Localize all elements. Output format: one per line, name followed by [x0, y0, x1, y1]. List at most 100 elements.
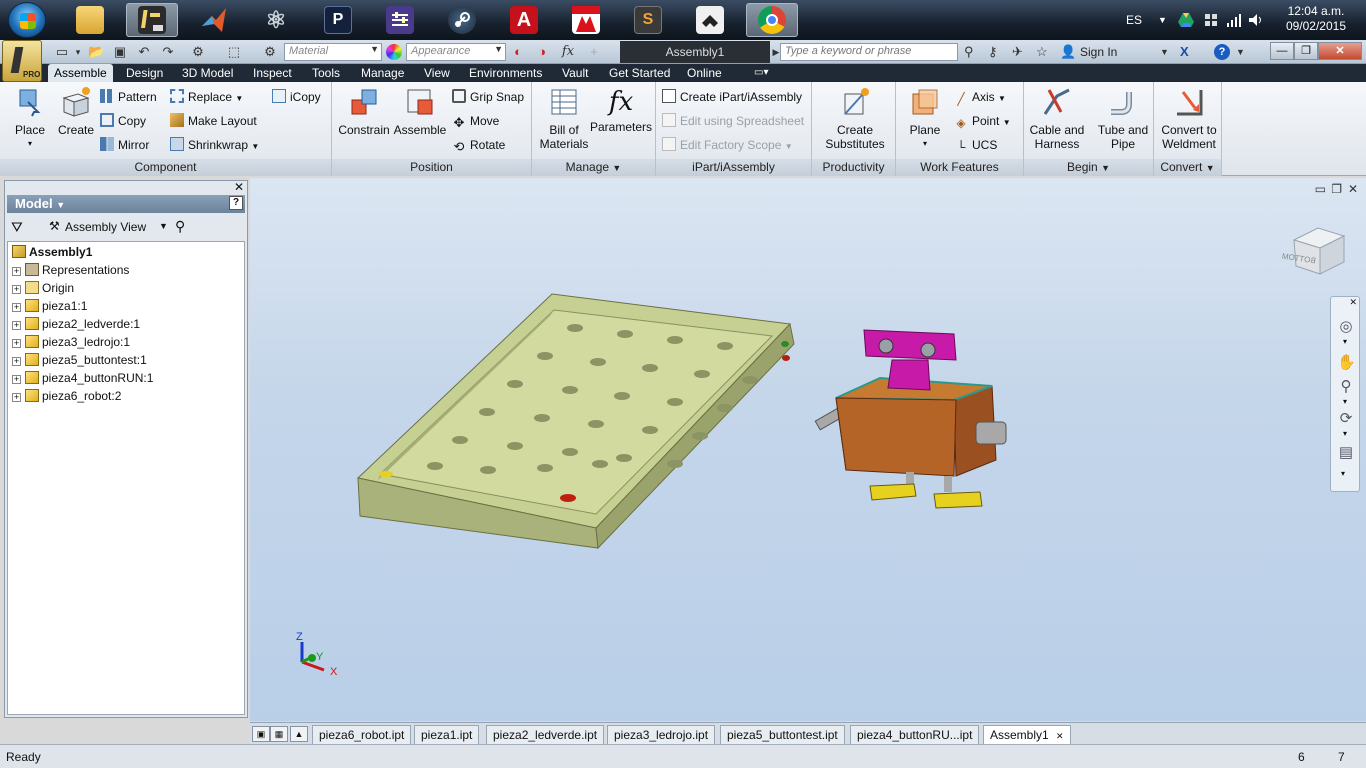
taskbar-app-steam[interactable] — [436, 3, 488, 37]
tray-expand-icon[interactable]: ▼ — [1158, 0, 1167, 40]
expand-icon[interactable]: + — [12, 303, 21, 312]
constrain-button[interactable]: Constrain — [336, 86, 392, 137]
rotate-button[interactable]: ⟲ Rotate — [452, 136, 506, 154]
taskbar-app-inventor[interactable] — [126, 3, 178, 37]
volume-icon[interactable] — [1248, 0, 1264, 40]
tree-item-pieza5-buttontest[interactable]: + pieza5_buttontest:1 — [12, 351, 147, 369]
doc-tab-pieza1[interactable]: pieza1.ipt — [414, 725, 480, 744]
tab-assemble[interactable]: Assemble — [48, 64, 113, 82]
create-component-button[interactable]: Create — [56, 86, 96, 137]
tree-item-pieza3-ledrojo[interactable]: + pieza3_ledrojo:1 — [12, 333, 130, 351]
tab-close-icon[interactable]: ✕ — [1056, 731, 1064, 741]
taskbar-app-autocad[interactable]: A — [498, 3, 550, 37]
work-features-panel-title[interactable]: Work Features — [896, 159, 1023, 176]
system-clock[interactable]: 12:04 a.m. 09/02/2015 — [1286, 4, 1346, 34]
language-indicator[interactable]: ES — [1126, 0, 1142, 40]
doc-tab-pieza5-buttontest[interactable]: pieza5_buttontest.ipt — [720, 725, 845, 744]
appearance-icon[interactable] — [386, 44, 402, 60]
material-select[interactable]: Material ▼ — [284, 43, 382, 61]
clear-appearance-icon[interactable]: ◐ — [510, 44, 526, 60]
open-file-icon[interactable]: 📂 — [88, 44, 104, 60]
filter-icon[interactable]: ⛛ — [11, 219, 23, 236]
taskbar-app-proteus[interactable]: P — [312, 3, 364, 37]
manage-panel-title[interactable]: Manage ▼ — [532, 159, 655, 176]
icopy-button[interactable]: iCopy — [272, 88, 321, 106]
tree-item-assembly1[interactable]: Assembly1 — [12, 243, 92, 261]
view-cube[interactable]: BOTTOM — [1281, 227, 1346, 275]
tab-online[interactable]: Online — [681, 64, 728, 82]
tab-environments[interactable]: Environments — [463, 64, 548, 82]
expand-icon[interactable]: + — [12, 357, 21, 366]
tile-windows-icon[interactable]: ▣ — [252, 726, 270, 742]
binoculars-icon[interactable]: ⚲ — [964, 44, 974, 60]
place-button[interactable]: Place ▾ — [10, 86, 50, 151]
shrinkwrap-button[interactable]: Shrinkwrap ▼ — [170, 136, 259, 154]
taskbar-app-chrome[interactable] — [746, 3, 798, 37]
tube-pipe-button[interactable]: Tube and Pipe — [1092, 86, 1154, 151]
browser-close-icon[interactable]: ✕ — [234, 180, 244, 194]
replace-button[interactable]: Replace ▼ — [170, 88, 243, 106]
tree-item-pieza6-robot[interactable]: + pieza6_robot:2 — [12, 387, 121, 405]
tab-manage[interactable]: Manage — [355, 64, 410, 82]
board-part[interactable] — [356, 293, 795, 550]
assemble-button[interactable]: Assemble — [392, 86, 448, 137]
component-panel-title[interactable]: Component — [0, 159, 331, 176]
help-icon[interactable]: ? — [1214, 44, 1230, 60]
satellite-icon[interactable]: ✈ — [1012, 44, 1023, 60]
robot-part[interactable] — [814, 329, 1007, 509]
plane-button[interactable]: Plane ▾ — [900, 86, 950, 151]
look-at-icon[interactable]: ▤ — [1337, 443, 1355, 461]
productivity-panel-title[interactable]: Productivity — [812, 159, 895, 176]
tab-inspect[interactable]: Inspect — [247, 64, 298, 82]
button-test-part[interactable] — [379, 471, 393, 477]
save-icon[interactable]: ▣ — [112, 44, 128, 60]
chevron-down-icon[interactable]: ▾ — [1343, 429, 1347, 438]
find-icon[interactable]: ⚲ — [175, 218, 185, 235]
assembly-view-dropdown-icon[interactable]: ▼ — [159, 221, 168, 231]
mirror-button[interactable]: Mirror — [100, 136, 149, 154]
ucs-button[interactable]: └ UCS — [954, 136, 998, 154]
point-button[interactable]: ◈ Point ▼ — [954, 112, 1010, 130]
ribbon-options-icon[interactable]: ▭▾ — [748, 64, 774, 82]
google-drive-icon[interactable] — [1178, 0, 1194, 40]
expand-icon[interactable]: + — [12, 285, 21, 294]
key-icon[interactable]: ⚷ — [988, 44, 998, 60]
navbar-close-icon[interactable]: ✕ — [1349, 297, 1357, 308]
star-icon[interactable]: ☆ — [1036, 44, 1048, 60]
assembly-view-label[interactable]: Assembly View — [65, 220, 146, 234]
tree-item-pieza2-ledverde[interactable]: + pieza2_ledverde:1 — [12, 315, 140, 333]
minimize-button[interactable]: — — [1270, 42, 1294, 60]
undo-icon[interactable]: ↶ — [136, 44, 152, 60]
chevron-down-icon[interactable]: ▾ — [1343, 337, 1347, 346]
tree-item-representations[interactable]: + Representations — [12, 261, 129, 279]
axis-button[interactable]: ╱ Axis ▼ — [954, 88, 1006, 106]
navbar-customize-icon[interactable]: ▾ — [1341, 469, 1345, 478]
doc-tab-pieza6-robot[interactable]: pieza6_robot.ipt — [312, 725, 412, 744]
chevron-down-icon[interactable]: ▾ — [1343, 397, 1347, 406]
grid-view-icon[interactable]: ▦ — [270, 726, 288, 742]
user-icon[interactable]: 👤 — [1060, 44, 1076, 60]
tree-item-pieza1[interactable]: + pieza1:1 — [12, 297, 87, 315]
plus-icon[interactable]: + — [586, 44, 602, 60]
copy-button[interactable]: Copy — [100, 112, 146, 130]
tab-view[interactable]: View — [418, 64, 456, 82]
application-menu-button[interactable]: PRO — [2, 40, 42, 82]
taskbar-app-matlab[interactable] — [188, 3, 240, 37]
taskbar-app-mplab[interactable] — [560, 3, 612, 37]
orbit-icon[interactable]: ⟳ — [1337, 409, 1355, 427]
tab-vault[interactable]: Vault — [556, 64, 594, 82]
fx-icon[interactable]: fx — [560, 44, 576, 60]
doc-tab-pieza4-buttonrun[interactable]: pieza4_buttonRU...ipt — [850, 725, 980, 744]
doc-tab-pieza3-ledrojo[interactable]: pieza3_ledrojo.ipt — [607, 725, 716, 744]
position-panel-title[interactable]: Position — [332, 159, 531, 176]
tab-design[interactable]: Design — [120, 64, 169, 82]
start-button[interactable] — [8, 2, 46, 38]
sign-in-link[interactable]: Sign In — [1080, 45, 1117, 59]
tab-3d-model[interactable]: 3D Model — [176, 64, 239, 82]
expand-icon[interactable]: + — [12, 321, 21, 330]
taskbar-app-sublime[interactable]: S — [622, 3, 674, 37]
tab-tools[interactable]: Tools — [306, 64, 346, 82]
taskbar-app-atom[interactable]: ⚛ — [250, 3, 302, 37]
make-layout-button[interactable]: Make Layout — [170, 112, 257, 130]
select-icon[interactable]: ⬚ — [226, 44, 242, 60]
